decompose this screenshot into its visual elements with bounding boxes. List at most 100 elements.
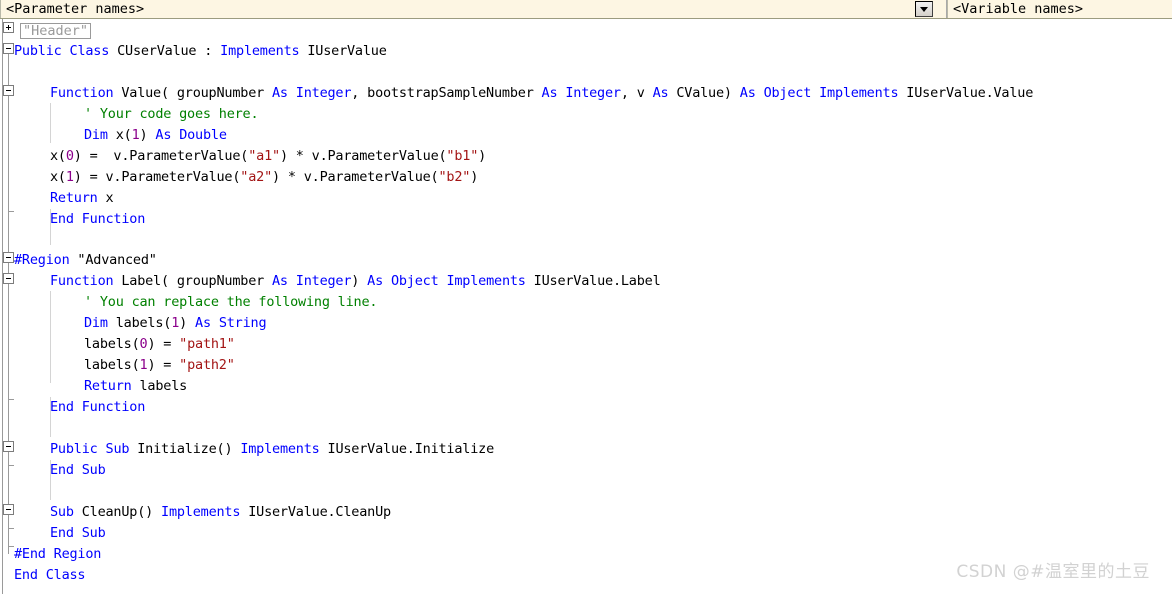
code-token-plain: , v	[620, 85, 653, 101]
chevron-down-glyph	[920, 6, 928, 12]
code-token-kw: As	[739, 85, 756, 101]
code-line: Public Sub Initialize() Implements IUser…	[50, 439, 494, 461]
code-line: labels(0) = "path1"	[84, 334, 235, 356]
code-token-kw: Function	[50, 85, 114, 101]
code-token-plain: x	[97, 190, 114, 206]
code-token-plain: labels(	[84, 336, 140, 352]
code-token-plain: )	[351, 273, 368, 289]
chevron-down-icon[interactable]	[915, 1, 933, 17]
code-token-plain: )	[470, 169, 479, 185]
code-token-kw: Implements	[819, 85, 899, 101]
code-token-kw: As	[155, 127, 172, 143]
indent-guide-line	[50, 291, 51, 383]
code-token-kw: Public	[50, 441, 98, 457]
code-token-kw: String	[218, 315, 267, 331]
code-token-plain: ) =	[147, 357, 180, 373]
variable-names-value: <Variable names>	[953, 1, 1084, 17]
code-token-kw: #End Region	[14, 546, 102, 562]
code-token-plain: "Advanced"	[69, 252, 157, 268]
code-token-num: 0	[65, 148, 74, 164]
code-token-kw: Double	[179, 127, 227, 143]
code-token-kw: Object	[763, 85, 812, 101]
code-token-plain: ) =	[147, 336, 180, 352]
code-token-kw: Implements	[240, 441, 320, 457]
code-token-str: "path2"	[179, 357, 235, 373]
code-token-plain: Value( groupNumber	[113, 85, 272, 101]
code-token-plain: )	[139, 127, 156, 143]
indent-guide-line	[50, 103, 51, 143]
code-token-plain: labels(	[84, 357, 140, 373]
code-token-kw: Dim	[84, 315, 108, 331]
code-token-plain: IUserValue	[299, 43, 387, 59]
code-token-kw: Integer	[565, 85, 621, 101]
code-line: #Region "Advanced"	[14, 250, 157, 272]
code-line: Public Class CUserValue : Implements IUs…	[14, 41, 387, 63]
code-line: End Function	[50, 209, 145, 231]
code-token-plain: Initialize()	[129, 441, 241, 457]
code-token-cmt: ' Your code goes here.	[84, 106, 259, 122]
code-line: End Sub	[50, 523, 106, 545]
code-token-plain: labels	[131, 378, 188, 394]
code-token-kw: Integer	[295, 273, 352, 289]
code-token-str: "b1"	[446, 148, 479, 164]
code-token-plain: )	[179, 315, 196, 331]
code-line: End Class	[14, 565, 86, 587]
code-text-area[interactable]: "Header" Public Class CUserValue : Imple…	[0, 19, 1172, 594]
code-token-cmt: ' You can replace the following line.	[84, 294, 378, 310]
code-line: #End Region	[14, 544, 101, 566]
variable-names-dropdown[interactable]: <Variable names>	[947, 0, 1172, 18]
code-token-kw: End Class	[14, 567, 86, 583]
code-token-kw: Implements	[161, 504, 241, 520]
code-token-plain: ) * v.ParameterValue(	[279, 148, 447, 164]
code-line: Return labels	[84, 376, 187, 398]
collapsed-header-region[interactable]: "Header"	[20, 23, 92, 39]
code-token-plain: , bootstrapSampleNumber	[351, 85, 542, 101]
parameter-names-dropdown[interactable]: <Parameter names>	[0, 0, 947, 18]
code-line: ' Your code goes here.	[84, 104, 259, 126]
code-editor-surface[interactable]: "Header" Public Class CUserValue : Imple…	[0, 19, 1172, 594]
code-token-str: "a2"	[240, 169, 272, 185]
code-token-plain: x(	[107, 127, 132, 143]
code-line: Function Label( groupNumber As Integer) …	[50, 271, 661, 293]
code-token-kw: End Sub	[50, 525, 106, 541]
code-line: x(0) = v.ParameterValue("a1") * v.Parame…	[50, 146, 486, 168]
code-token-kw: Function	[50, 273, 114, 289]
code-token-plain: x(	[50, 148, 66, 164]
code-token-plain: IUserValue.CleanUp	[240, 504, 391, 520]
code-token-plain: ) = v.ParameterValue(	[73, 169, 241, 185]
code-token-plain: ) * v.ParameterValue(	[272, 169, 439, 185]
code-token-kw: As	[271, 85, 288, 101]
code-token-kw: As	[541, 85, 558, 101]
code-token-kw: #Region	[14, 252, 70, 268]
code-token-plain: IUserValue.Initialize	[319, 441, 495, 457]
code-token-kw: As	[271, 273, 288, 289]
code-token-kw: End Function	[50, 399, 146, 415]
code-token-kw: Sub	[50, 504, 74, 520]
code-token-plain: Label( groupNumber	[113, 273, 272, 289]
code-token-kw: Implements	[220, 43, 300, 59]
code-token-kw: Return	[50, 190, 98, 206]
code-line: Dim labels(1) As String	[84, 313, 267, 335]
code-token-plain: )	[478, 148, 487, 164]
code-token-kw: Implements	[446, 273, 526, 289]
indent-guide-line	[50, 209, 51, 245]
code-token-plain: x(	[50, 169, 66, 185]
csdn-watermark: CSDN @#温室里的土豆	[956, 562, 1150, 582]
code-line: Return x	[50, 188, 114, 210]
code-token-num: 1	[171, 315, 180, 331]
code-token-kw: Integer	[295, 85, 352, 101]
parameter-names-value: <Parameter names>	[6, 1, 145, 17]
code-token-kw: Class	[69, 43, 110, 59]
code-token-kw: Public	[14, 43, 62, 59]
code-token-plain: CUserValue :	[109, 43, 221, 59]
code-token-plain: CValue)	[668, 85, 740, 101]
code-token-kw: As	[195, 315, 211, 331]
code-token-str: "b2"	[438, 169, 471, 185]
code-line: x(1) = v.ParameterValue("a2") * v.Parame…	[50, 167, 478, 189]
code-token-kw: End Function	[50, 211, 146, 227]
